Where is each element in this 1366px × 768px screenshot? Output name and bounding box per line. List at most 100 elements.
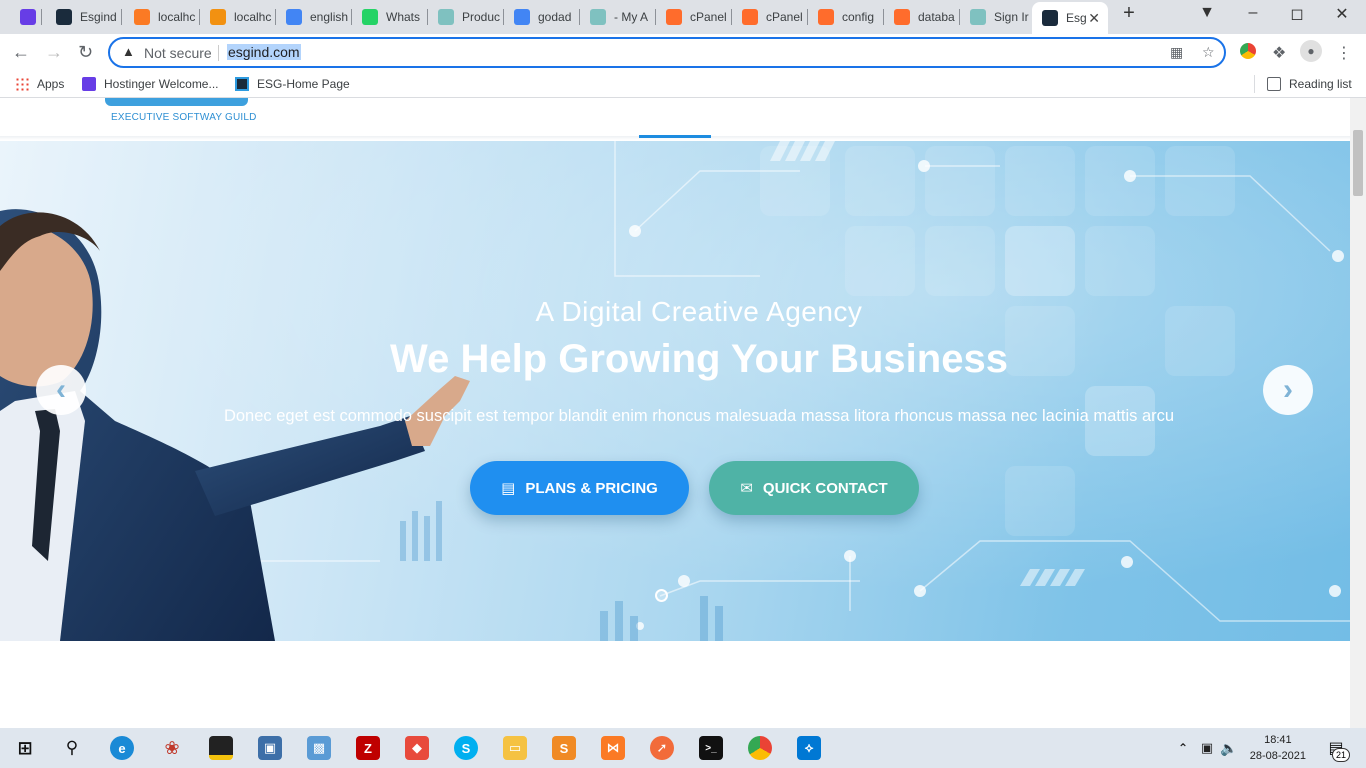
reading-list-button[interactable]: Reading list: [1267, 77, 1352, 91]
browser-tab[interactable]: localhc: [200, 3, 276, 31]
postman-icon[interactable]: ➚: [650, 736, 674, 760]
address-bar[interactable]: ▲ Not secure esgind.com ▦ ☆: [108, 37, 1226, 68]
page-scrollbar[interactable]: [1350, 98, 1366, 728]
bookmark-esg-home[interactable]: ESG-Home Page: [235, 77, 350, 91]
slider-prev-arrow-icon[interactable]: ‹: [36, 365, 86, 415]
remote-desktop-icon[interactable]: ▣: [258, 736, 282, 760]
reading-list-icon: [1267, 77, 1281, 91]
active-nav-indicator: [639, 135, 711, 138]
back-icon[interactable]: ←: [12, 42, 30, 63]
phpmyadmin-icon: [210, 9, 226, 25]
minimize-icon[interactable]: –: [1238, 4, 1268, 22]
extension-color-icon[interactable]: [1240, 43, 1256, 59]
browser-tab[interactable]: config: [808, 3, 884, 31]
menu-dots-icon[interactable]: ⋮: [1336, 43, 1352, 63]
notification-count-badge: 21: [1332, 748, 1350, 762]
reload-icon[interactable]: ↻: [78, 42, 93, 63]
terminal-icon[interactable]: >_: [699, 736, 723, 760]
file-explorer-icon[interactable]: ▭: [503, 736, 527, 760]
google-icon: [286, 9, 302, 25]
browser-tab[interactable]: Produc: [428, 3, 504, 31]
clock-time: 18:41: [1264, 734, 1292, 746]
hero-subtitle: A Digital Creative Agency: [535, 296, 863, 327]
vscode-icon[interactable]: ⟡: [797, 736, 821, 760]
tray-chevron-icon[interactable]: ⌃: [1175, 736, 1191, 760]
close-window-icon[interactable]: ✕: [1327, 4, 1357, 24]
browser-tab[interactable]: Sign Ir: [960, 3, 1036, 31]
extensions-puzzle-icon[interactable]: ❖: [1272, 43, 1286, 63]
xampp-icon[interactable]: ⋈: [601, 736, 625, 760]
windows-taskbar: ⊞ ⚲ e ❀ ▣ ▩ Z ◆ S ▭ S ⋈ ➚ >_ ⟡ ⌃ ▣ 🔈 18:…: [0, 728, 1366, 768]
browser-tab[interactable]: english: [276, 3, 352, 31]
browser-tab[interactable]: Whats: [352, 3, 428, 31]
envelope-icon: ✉: [740, 480, 753, 497]
quick-contact-button[interactable]: ✉ QUICK CONTACT: [709, 461, 919, 515]
hero-title: We Help Growing Your Business: [390, 337, 1008, 381]
browser-tab[interactable]: databa: [884, 3, 960, 31]
browser-tab[interactable]: Esg ✕: [1032, 2, 1108, 34]
browser-tab[interactable]: Esgind: [46, 3, 122, 31]
web-page: EXECUTIVE SOFTWAY GUILD A Digital Creati…: [0, 98, 1350, 728]
scrollbar-thumb[interactable]: [1353, 130, 1363, 196]
wix-icon: [970, 9, 986, 25]
filezilla-icon[interactable]: Z: [356, 736, 380, 760]
tab-label: Sign Ir: [994, 10, 1029, 24]
url-text[interactable]: esgind.com: [227, 44, 301, 60]
snipping-tool-icon[interactable]: ❀: [160, 736, 184, 760]
quick-contact-label: QUICK CONTACT: [762, 479, 888, 497]
plans-pricing-button[interactable]: ▤ PLANS & PRICING: [470, 461, 689, 515]
tab-separator: [41, 9, 42, 25]
divider: [1254, 75, 1255, 93]
not-secure-label[interactable]: Not secure: [144, 45, 212, 61]
chrome-icon[interactable]: [748, 736, 772, 760]
browser-tab[interactable]: [10, 3, 42, 31]
browser-tab[interactable]: cPanel: [656, 3, 732, 31]
sublime-text-icon[interactable]: S: [552, 736, 576, 760]
tab-search-icon[interactable]: ▼: [1192, 4, 1222, 22]
windows-start-icon[interactable]: ⊞: [13, 736, 37, 760]
cpanel-icon: [818, 9, 834, 25]
bookmark-hostinger[interactable]: Hostinger Welcome...: [82, 77, 219, 91]
cpanel-icon: [894, 9, 910, 25]
bookmark-star-icon[interactable]: ☆: [1202, 44, 1215, 61]
tab-label: godad: [538, 10, 572, 24]
bookmarks-bar: Apps Hostinger Welcome... ESG-Home Page …: [0, 71, 1366, 98]
warning-icon[interactable]: ▲: [122, 44, 135, 59]
esg-icon: [1042, 10, 1058, 26]
browser-tab-strip: ▼ – ◻ ✕ + Esgind localhc localhc english Wha…: [0, 0, 1366, 34]
system-clock[interactable]: 18:41 28-08-2021: [1250, 732, 1306, 764]
network-icon[interactable]: ▣: [1198, 736, 1216, 760]
new-tab-icon[interactable]: +: [1114, 2, 1144, 25]
bookmark-label: ESG-Home Page: [257, 77, 350, 91]
slider-next-arrow-icon[interactable]: ›: [1263, 365, 1313, 415]
bookmark-apps[interactable]: Apps: [15, 77, 64, 91]
search-icon[interactable]: ⚲: [60, 736, 84, 760]
site-logo[interactable]: [105, 98, 248, 106]
browser-tab[interactable]: - My A: [580, 3, 656, 31]
close-tab-icon[interactable]: ✕: [1088, 10, 1100, 27]
tab-label: localhc: [234, 10, 272, 24]
install-app-icon[interactable]: ▦: [1170, 44, 1183, 61]
tab-label: cPanel: [690, 10, 727, 24]
hostinger-icon: [82, 77, 96, 91]
credit-card-icon: ▤: [501, 480, 516, 497]
maximize-icon[interactable]: ◻: [1282, 4, 1312, 24]
xampp-icon: [134, 9, 150, 25]
sticky-notes-icon[interactable]: [209, 736, 233, 760]
profile-avatar-icon[interactable]: ●: [1300, 40, 1322, 62]
skype-icon[interactable]: S: [454, 736, 478, 760]
forward-icon[interactable]: →: [45, 42, 63, 63]
git-icon[interactable]: ◆: [405, 736, 429, 760]
google-icon: [514, 9, 530, 25]
browser-tab[interactable]: localhc: [124, 3, 200, 31]
browser-tab[interactable]: godad: [504, 3, 580, 31]
edge-icon[interactable]: e: [110, 736, 134, 760]
cpanel-icon: [666, 9, 682, 25]
volume-muted-icon[interactable]: 🔈: [1220, 736, 1238, 760]
esg-icon: [56, 9, 72, 25]
tab-label: - My A: [614, 10, 649, 24]
cpanel-icon: [742, 9, 758, 25]
browser-tab[interactable]: cPanel: [732, 3, 808, 31]
slider-dot[interactable]: [655, 589, 668, 602]
control-panel-icon[interactable]: ▩: [307, 736, 331, 760]
